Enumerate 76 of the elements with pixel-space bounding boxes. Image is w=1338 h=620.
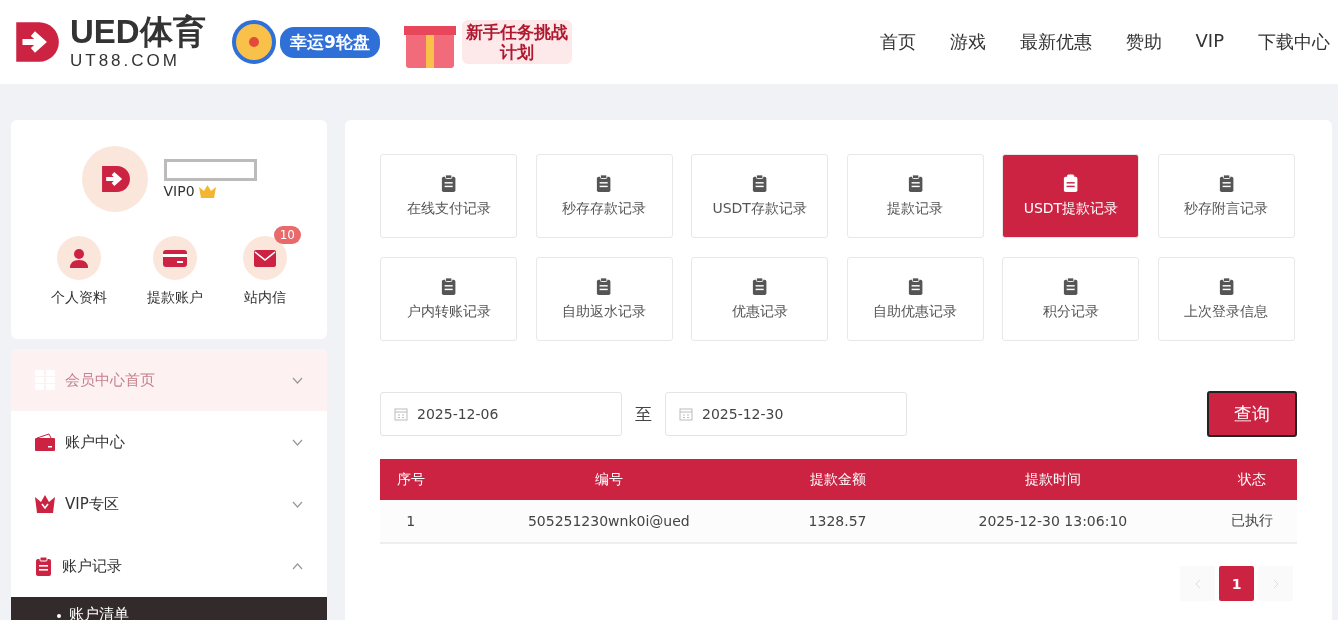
logo-title: UED体育: [70, 15, 206, 48]
chevron-right-icon: [1272, 578, 1279, 589]
record-tab[interactable]: 上次登录信息: [1157, 257, 1295, 341]
record-tab[interactable]: 秒存附言记录: [1157, 154, 1295, 238]
record-tab[interactable]: 在线支付记录: [380, 154, 517, 238]
clipboard-icon: [596, 277, 612, 295]
promo-banner[interactable]: 幸运9轮盘: [280, 26, 380, 58]
nav-link[interactable]: 下载中心: [1258, 30, 1330, 54]
logo-subtitle: UT88.COM: [70, 52, 181, 69]
clipboard-icon: [1218, 277, 1235, 295]
wheel-icon: [232, 20, 276, 64]
record-tab[interactable]: 自助返水记录: [535, 257, 673, 341]
column-header: 提款金额: [776, 459, 899, 500]
clipboard-icon: [596, 174, 612, 192]
record-tab[interactable]: 提款记录: [846, 154, 984, 238]
clipboard-icon: [752, 174, 768, 192]
chevron-left-icon: [1194, 578, 1201, 589]
nav-link[interactable]: VIP: [1195, 30, 1224, 54]
clipboard-icon: [440, 174, 457, 192]
page-button[interactable]: 1: [1219, 566, 1254, 601]
sidebar-label: 账户中心: [65, 432, 126, 452]
sidebar-label: VIP专区: [65, 494, 120, 514]
nav-link[interactable]: 游戏: [949, 30, 986, 54]
vip-level: VIP0: [163, 183, 195, 199]
user-icon: [69, 248, 89, 268]
table-cell: 1: [380, 500, 442, 543]
bullet-icon: [57, 614, 61, 618]
mail-icon: [254, 249, 276, 267]
clipboard-icon: [1063, 277, 1079, 295]
query-button[interactable]: 查询: [1207, 391, 1297, 437]
table-cell: 已执行: [1207, 500, 1297, 543]
promo-banner[interactable]: 新手任务挑战计划: [461, 19, 572, 65]
column-header: 编号: [441, 459, 777, 500]
clipboard-icon: [907, 277, 923, 295]
shortcut-button[interactable]: 提款账户: [133, 236, 217, 307]
crown-icon: [35, 495, 55, 513]
next-page-button[interactable]: [1258, 566, 1293, 601]
chevron-icon: [292, 500, 303, 508]
date-field[interactable]: 2025-12-30: [665, 392, 907, 436]
record-tab[interactable]: USDT提款记录: [1002, 154, 1140, 238]
chevron-icon: [292, 438, 303, 446]
record-tab[interactable]: 优惠记录: [691, 257, 829, 341]
card-icon: [163, 249, 187, 267]
record-tab[interactable]: USDT存款记录: [691, 154, 829, 238]
column-header: 状态: [1207, 459, 1297, 500]
crown-icon: [198, 184, 216, 198]
range-separator: 至: [635, 402, 652, 426]
record-tab[interactable]: 自助优惠记录: [846, 257, 984, 341]
record-tab[interactable]: 积分记录: [1002, 257, 1140, 341]
column-header: 序号: [380, 459, 442, 500]
sidebar-label: 会员中心首页: [65, 370, 156, 390]
nav-link[interactable]: 赞助: [1125, 30, 1162, 54]
chevron-icon: [292, 376, 303, 384]
prev-page-button[interactable]: [1180, 566, 1215, 601]
shortcut-button[interactable]: 个人资料: [37, 236, 121, 307]
table-cell: 2025-12-30 13:06:10: [898, 500, 1207, 543]
sidebar-label: 账户记录: [62, 556, 123, 576]
table-cell: 505251230wnk0i@ued: [441, 500, 777, 543]
clipboard-icon: [1063, 174, 1079, 192]
clipboard-icon: [1218, 174, 1235, 192]
clipboard-icon: [440, 277, 457, 295]
clipboard-icon: [907, 174, 923, 192]
wallet-icon: [35, 433, 55, 451]
column-header: 提款时间: [898, 459, 1207, 500]
clipboard-icon: [35, 556, 52, 576]
count-badge: 10: [273, 226, 301, 244]
record-tab[interactable]: 户内转账记录: [380, 257, 517, 341]
nav-link[interactable]: 首页: [879, 30, 916, 54]
record-tab[interactable]: 秒存存款记录: [535, 154, 673, 238]
calendar-icon: [394, 407, 408, 421]
nav-link[interactable]: 最新优惠: [1019, 30, 1092, 54]
calendar-icon: [679, 407, 693, 421]
chevron-icon: [292, 562, 303, 570]
date-field[interactable]: 2025-12-06: [380, 392, 622, 436]
clipboard-icon: [752, 277, 768, 295]
table-cell: 1328.57: [776, 500, 899, 543]
